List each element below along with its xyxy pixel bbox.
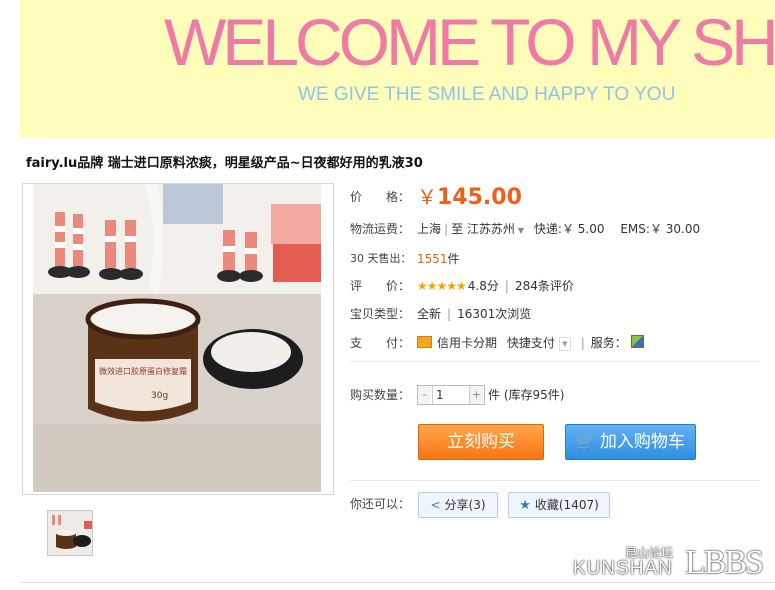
sold-label: 30 天售出： <box>350 252 412 265</box>
service-label: 服务： <box>590 336 627 350</box>
ems-label: EMS: <box>620 222 650 236</box>
quantity-label: 购买数量： <box>350 388 411 402</box>
divider-bottom <box>350 480 760 481</box>
review-count-link[interactable]: 284条评价 <box>515 279 574 293</box>
favorite-button[interactable]: ★ 收藏(1407) <box>508 492 610 518</box>
rating-divider: | <box>504 279 509 293</box>
qty-unit: 件 <box>488 388 501 402</box>
product-photo: 微效进口胶原蛋白修复霜 30g <box>33 184 321 492</box>
thumbnail-image[interactable] <box>47 510 93 556</box>
add-to-cart-label: 加入购物车 <box>599 432 685 452</box>
thumbnail-drawing <box>48 511 92 555</box>
views-count: 16301次浏览 <box>457 307 532 321</box>
pay-dropdown-icon[interactable]: ▼ <box>558 336 571 351</box>
quantity-stepper: - + <box>417 385 485 405</box>
product-title: fairy.lu品牌 瑞士进口原料浓痰，明星级产品~日夜都好用的乳液30 <box>26 156 423 171</box>
condition-value: 全新 <box>417 307 442 321</box>
pay-divider: | <box>580 336 585 350</box>
buy-now-label: 立刻购买 <box>447 432 515 452</box>
favorite-count: (1407) <box>558 498 599 512</box>
payment-value: 信用卡分期 快捷支付 ▼ | 服务： <box>417 333 644 353</box>
rating-value: ★★★★★ 4.8分 | 284条评价 <box>417 276 574 296</box>
star-icon: ★★★★★ <box>417 279 467 293</box>
share-button[interactable]: < 分享(3) <box>418 492 498 518</box>
jar-lid <box>203 329 303 389</box>
share-icon: < <box>430 498 441 512</box>
forum-watermark: 昆山论坛 KUNSHAN LBBS <box>573 544 773 584</box>
favorite-label: 收藏 <box>534 498 559 512</box>
shipping-label: 物流运费： <box>350 222 411 236</box>
price-number: 145.00 <box>437 185 522 210</box>
divider-top <box>350 361 760 362</box>
express-price: ￥ 5.00 <box>561 222 605 236</box>
add-to-cart-button[interactable]: 🛒 加入购物车 <box>565 424 696 460</box>
star-icon: ★ <box>519 498 531 513</box>
ems-price: ￥ 30.00 <box>649 222 701 236</box>
buy-now-button[interactable]: 立刻购买 <box>418 424 544 460</box>
watermark-bbs: LBBS <box>685 544 764 581</box>
jar-weight-text: 30g <box>151 391 168 401</box>
service-icon[interactable] <box>630 335 644 348</box>
dropdown-icon[interactable]: ▼ <box>518 226 524 235</box>
rating-label: 评 价： <box>350 279 411 293</box>
type-value: 全新 | 16301次浏览 <box>417 304 531 324</box>
product-photo-drawing: 微效进口胶原蛋白修复霜 30g <box>33 184 321 492</box>
payment-label: 支 付： <box>350 336 411 350</box>
you-can-label: 你还可以： <box>350 497 411 511</box>
share-count: (3) <box>468 498 486 512</box>
express-label: 快递: <box>533 222 562 236</box>
type-divider: | <box>447 307 452 321</box>
shipping-value: 上海 | 至 江苏苏州 ▼ 快递:￥ 5.00 EMS:￥ 30.00 <box>417 219 700 241</box>
share-label: 分享 <box>444 498 469 512</box>
cream-jar: 微效进口胶原蛋白修复霜 30g <box>85 298 201 422</box>
rating-score: 4.8分 <box>467 279 499 293</box>
qty-minus-button[interactable]: - <box>418 386 431 404</box>
ship-to-prefix: 至 <box>451 222 464 236</box>
type-label: 宝贝类型： <box>350 307 411 321</box>
ship-to-select[interactable]: 江苏苏州 <box>467 222 515 236</box>
stock-count: (库存95件) <box>503 388 565 402</box>
banner-subtitle: WE GIVE THE SMILE AND HAPPY TO YOU <box>298 84 676 105</box>
sold-count: 1551 <box>417 252 448 266</box>
shop-banner: WELCOME TO MY SHO WE GIVE THE SMILE AND … <box>20 0 775 138</box>
ship-divider: | <box>444 222 449 236</box>
qty-unit-stock: 件 (库存95件) <box>488 384 564 406</box>
qty-input[interactable] <box>432 386 470 404</box>
main-product-image[interactable]: 微效进口胶原蛋白修复霜 30g <box>22 183 334 495</box>
watermark-en: KUNSHAN <box>573 558 673 579</box>
quick-pay[interactable]: 快捷支付 <box>507 336 555 350</box>
price-currency: ￥ <box>417 185 437 209</box>
sold-unit: 件 <box>447 252 460 266</box>
ship-from: 上海 <box>417 222 442 236</box>
price-value: ￥145.00 <box>417 184 522 213</box>
qty-plus-button[interactable]: + <box>470 386 483 404</box>
card-icon <box>417 336 432 348</box>
cart-icon: 🛒 <box>576 433 595 451</box>
credit-installment[interactable]: 信用卡分期 <box>437 336 497 350</box>
banner-title: WELCOME TO MY SHO <box>164 5 775 79</box>
jar-label-text: 微效进口胶原蛋白修复霜 <box>99 366 187 376</box>
price-label: 价 格： <box>350 190 411 204</box>
sold-value: 1551件 <box>417 249 460 269</box>
